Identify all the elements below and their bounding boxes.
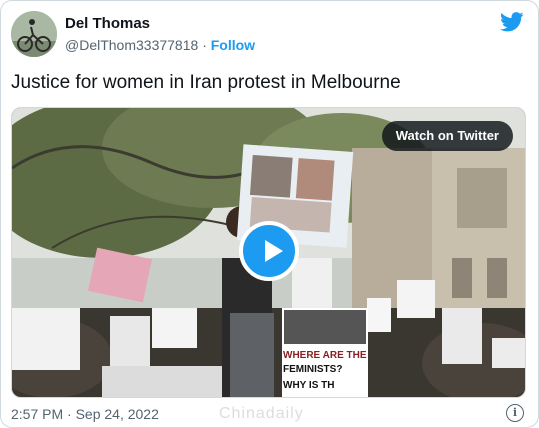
- separator-dot: ·: [202, 37, 207, 53]
- play-icon[interactable]: [239, 221, 299, 281]
- author-handle[interactable]: @DelThom33377818: [65, 37, 198, 53]
- author-handle-row: @DelThom33377818 · Follow: [65, 37, 255, 53]
- follow-button[interactable]: Follow: [211, 37, 255, 53]
- watch-on-twitter-button[interactable]: Watch on Twitter: [381, 121, 513, 151]
- avatar[interactable]: [11, 11, 57, 57]
- info-icon[interactable]: i: [506, 404, 524, 422]
- tweet-timestamp[interactable]: 2:57 PM · Sep 24, 2022: [11, 406, 159, 422]
- tweet-card: Del Thomas @DelThom33377818 · Follow Jus…: [0, 0, 539, 428]
- twitter-bird-icon[interactable]: [500, 11, 524, 33]
- author-name[interactable]: Del Thomas: [65, 15, 150, 32]
- watermark: Chinadaily: [219, 405, 304, 422]
- sign-text-line1: WHERE ARE THE: [283, 350, 367, 361]
- sign-text-line3: WHY IS TH: [283, 380, 334, 391]
- video-media[interactable]: WHERE ARE THE FEMINISTS? WHY IS TH Watch…: [11, 107, 526, 398]
- tweet-text: Justice for women in Iran protest in Mel…: [11, 72, 401, 93]
- sign-text-line2: FEMINISTS?: [283, 364, 342, 375]
